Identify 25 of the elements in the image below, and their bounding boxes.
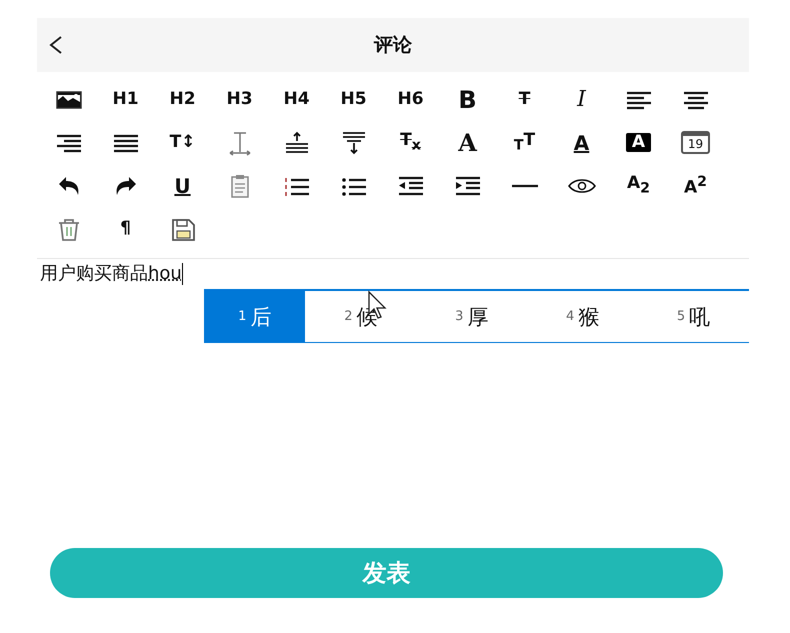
format-button[interactable]: A$_{2}$ xyxy=(626,175,650,196)
page-title: 评论 xyxy=(374,33,412,58)
format-button[interactable]: H5 xyxy=(340,91,367,108)
format-button[interactable]: T↕ xyxy=(170,134,196,151)
format-button[interactable]: H3 xyxy=(226,91,253,108)
format-button[interactable]: $_{T}$T xyxy=(514,132,536,153)
candidate-item[interactable]: 4 猴 xyxy=(527,291,638,342)
italic-button[interactable]: I xyxy=(577,88,586,110)
underline-button[interactable]: U xyxy=(174,176,191,196)
comment-input[interactable]: 用户购买商品hou xyxy=(37,258,749,289)
underline-button[interactable]: A xyxy=(574,132,590,152)
date-button[interactable]: 19 xyxy=(680,131,710,154)
format-button[interactable]: A xyxy=(626,133,652,152)
candidate-item[interactable]: 3 厚 xyxy=(416,291,528,342)
candidate-item[interactable]: 1 后 xyxy=(204,291,306,342)
format-button[interactable]: T xyxy=(518,91,530,108)
format-button[interactable]: H1 xyxy=(112,91,139,108)
format-button[interactable]: H6 xyxy=(397,91,424,108)
format-button[interactable]: A$^{2}$ xyxy=(684,174,708,196)
candidate-item[interactable]: 5 吼 xyxy=(638,291,749,342)
format-button[interactable]: H2 xyxy=(169,91,196,108)
bold-button[interactable]: B xyxy=(458,88,477,112)
font-button[interactable]: A xyxy=(458,130,477,154)
format-button[interactable]: H4 xyxy=(283,91,310,108)
format-button[interactable]: ¶ xyxy=(120,220,131,237)
